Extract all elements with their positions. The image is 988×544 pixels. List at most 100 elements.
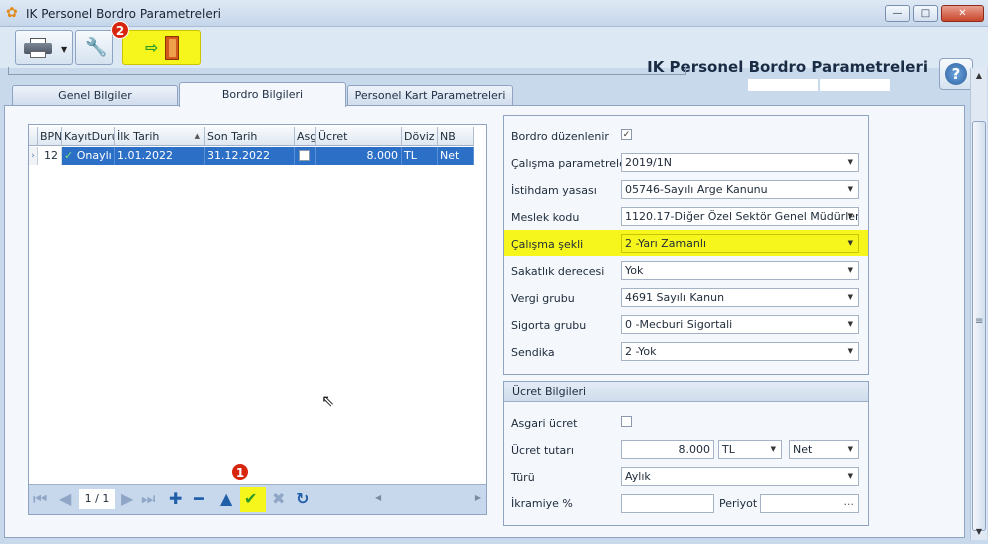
cell-asgari[interactable] [295,147,316,165]
calisma-parametreleri-select[interactable]: 2019/1N ▼ [621,153,859,172]
scroll-up-icon[interactable]: ▲ [971,68,987,84]
bordro-duzenlenir-label: Bordro düzenlenir [511,130,609,143]
arrow-right-icon: ⇨ [145,38,159,57]
sendika-select[interactable]: 2 -Yok ▼ [621,342,859,361]
scroll-left-icon[interactable]: ◀ [375,493,381,502]
chevron-down-icon: ▼ [847,347,853,355]
chevron-down-icon[interactable]: ▼ [61,45,67,54]
turu-label: Türü [511,471,535,484]
ucret-section-title: Ücret Bilgileri [504,382,868,402]
vertical-scrollbar[interactable]: ▲ ▼ [970,68,987,540]
chevron-down-icon: ▼ [847,212,853,220]
butterfly-icon: ✿ [6,5,18,21]
tab-strip: Genel Bilgiler Bordro Bilgileri Personel… [0,82,965,107]
cell-nb[interactable]: Net [438,147,474,165]
column-header-kayitdurumu[interactable]: KayıtDurumu [62,127,115,146]
doviz-select[interactable]: TL ▼ [718,440,782,459]
edit-record-icon[interactable]: ▲ [220,489,232,509]
column-header-asgari[interactable]: Asgari [295,127,316,146]
chevron-down-icon: ▼ [847,472,853,480]
vergi-grubu-select[interactable]: 4691 Sayılı Kanun ▼ [621,288,859,307]
horizontal-scrollbar[interactable]: ◀ ▶ [371,491,483,509]
close-button[interactable]: ✕ [941,5,984,22]
prev-record-icon[interactable]: ◀ [59,489,71,509]
periyot-label: Periyot [719,497,758,510]
column-header-ilk-tarih[interactable]: İlk Tarih ▲ [115,127,205,146]
bordro-grid: BPN KayıtDurumu İlk Tarih▲ Son Tarih Asg… [28,124,487,515]
column-header-bpn[interactable]: BPN [38,127,62,146]
chevron-down-icon: ▼ [847,445,853,453]
net-brut-select[interactable]: Net ▼ [789,440,859,459]
periyot-input[interactable]: ... [760,494,859,513]
grid-header: BPN KayıtDurumu İlk Tarih▲ Son Tarih Asg… [29,127,474,146]
meslek-kodu-select[interactable]: 1120.17-Diğer Özel Sektör Genel Müdürler… [621,207,859,226]
last-record-icon[interactable]: ⏭ [141,489,155,509]
first-record-icon[interactable]: ⏮ [33,489,47,509]
sakatlik-derecesi-label: Sakatlık derecesi [511,265,605,278]
bordro-duzenlenir-checkbox[interactable] [621,129,632,140]
mouse-cursor-icon: ⇖ [321,391,335,410]
ikramiye-input[interactable] [621,494,714,513]
toolbar: ▼ 🔧 ⇨ IK Personel Bordro Parametreleri ? [0,27,988,91]
ucret-tutari-input[interactable]: 8.000 [621,440,714,459]
cell-doviz[interactable]: TL [402,147,438,165]
sakatlik-derecesi-select[interactable]: Yok ▼ [621,261,859,280]
column-header-doviz[interactable]: Döviz [402,127,438,146]
calisma-sekli-select[interactable]: 2 -Yarı Zamanlı ▼ [621,234,859,253]
maximize-button[interactable]: □ [913,5,938,22]
minimize-button[interactable]: — [885,5,910,22]
turu-select[interactable]: Aylık ▼ [621,467,859,486]
step-badge-2: 2 [111,21,129,39]
sigorta-grubu-select[interactable]: 0 -Mecburi Sigortali ▼ [621,315,859,334]
cell-bpn[interactable]: 12 [38,147,62,165]
cell-son-tarih[interactable]: 31.12.2022 [205,147,295,165]
cell-ilk-tarih[interactable]: 1.01.2022 [115,147,205,165]
sigorta-grubu-label: Sigorta grubu [511,319,587,332]
exit-button[interactable]: ⇨ [122,30,201,65]
ucret-section: Ücret Bilgileri Asgari ücret Ücret tutar… [503,381,869,526]
column-header-son-tarih[interactable]: Son Tarih [205,127,295,146]
tab-personel-kart-parametreleri[interactable]: Personel Kart Parametreleri [347,85,513,106]
tab-bordro-bilgileri[interactable]: Bordro Bilgileri [179,82,346,107]
chevron-down-icon: ▼ [847,239,853,247]
chevron-down-icon: ▼ [847,266,853,274]
title-bar: ✿ IK Personel Bordro Parametreleri — □ ✕ [0,0,988,27]
table-row[interactable]: 12 ✓ Onaylı 1.01.2022 31.12.2022 8.000 T… [29,147,474,165]
cancel-record-icon[interactable]: ✖ [272,489,285,509]
column-header-nb[interactable]: NB [438,127,474,146]
bordro-section: Bordro düzenlenir Çalışma parametreleri … [503,115,869,375]
cell-ucret[interactable]: 8.000 [316,147,402,165]
ellipsis-button[interactable]: ... [844,493,855,510]
chevron-down-icon: ▼ [847,185,853,193]
istihdam-yasasi-select[interactable]: 05746-Sayılı Arge Kanunu ▼ [621,180,859,199]
window-title: IK Personel Bordro Parametreleri [26,7,221,21]
record-count: 1 / 1 [79,489,115,509]
add-record-icon[interactable]: ✚ [169,489,182,509]
printer-icon [24,38,52,58]
exit-door-icon [165,36,179,60]
calisma-sekli-label: Çalışma şekli [511,238,584,251]
print-button[interactable]: ▼ [15,30,73,65]
delete-record-icon[interactable]: ━ [194,489,204,509]
calisma-parametreleri-label: Çalışma parametreleri [511,157,634,170]
scroll-right-icon[interactable]: ▶ [475,493,481,502]
asgari-ucret-checkbox[interactable] [621,416,632,427]
chevron-down-icon: ▼ [847,320,853,328]
scroll-down-icon[interactable]: ▼ [971,524,987,540]
refresh-icon[interactable]: ↻ [296,489,309,509]
save-record-icon[interactable]: ✔ [244,489,257,509]
chevron-down-icon: ▼ [847,158,853,166]
next-record-icon[interactable]: ▶ [121,489,133,509]
asgari-ucret-label: Asgari ücret [511,417,578,430]
asgari-checkbox[interactable] [299,149,310,161]
scrollbar-thumb[interactable] [972,121,986,531]
tab-genel-bilgiler[interactable]: Genel Bilgiler [12,85,178,106]
sendika-label: Sendika [511,346,555,359]
ikramiye-label: İkramiye % [511,497,573,510]
cell-kayitdurumu[interactable]: ✓ Onaylı [62,147,115,165]
sort-asc-icon: ▲ [194,132,200,140]
column-header-ucret[interactable]: Ücret [316,127,402,146]
meslek-kodu-label: Meslek kodu [511,211,580,224]
grid-navigator: ⏮ ◀ 1 / 1 ▶ ⏭ ✚ ━ ▲ ✔ ✖ ↻ ◀ ▶ [29,484,486,514]
tools-button[interactable]: 🔧 [75,30,113,65]
